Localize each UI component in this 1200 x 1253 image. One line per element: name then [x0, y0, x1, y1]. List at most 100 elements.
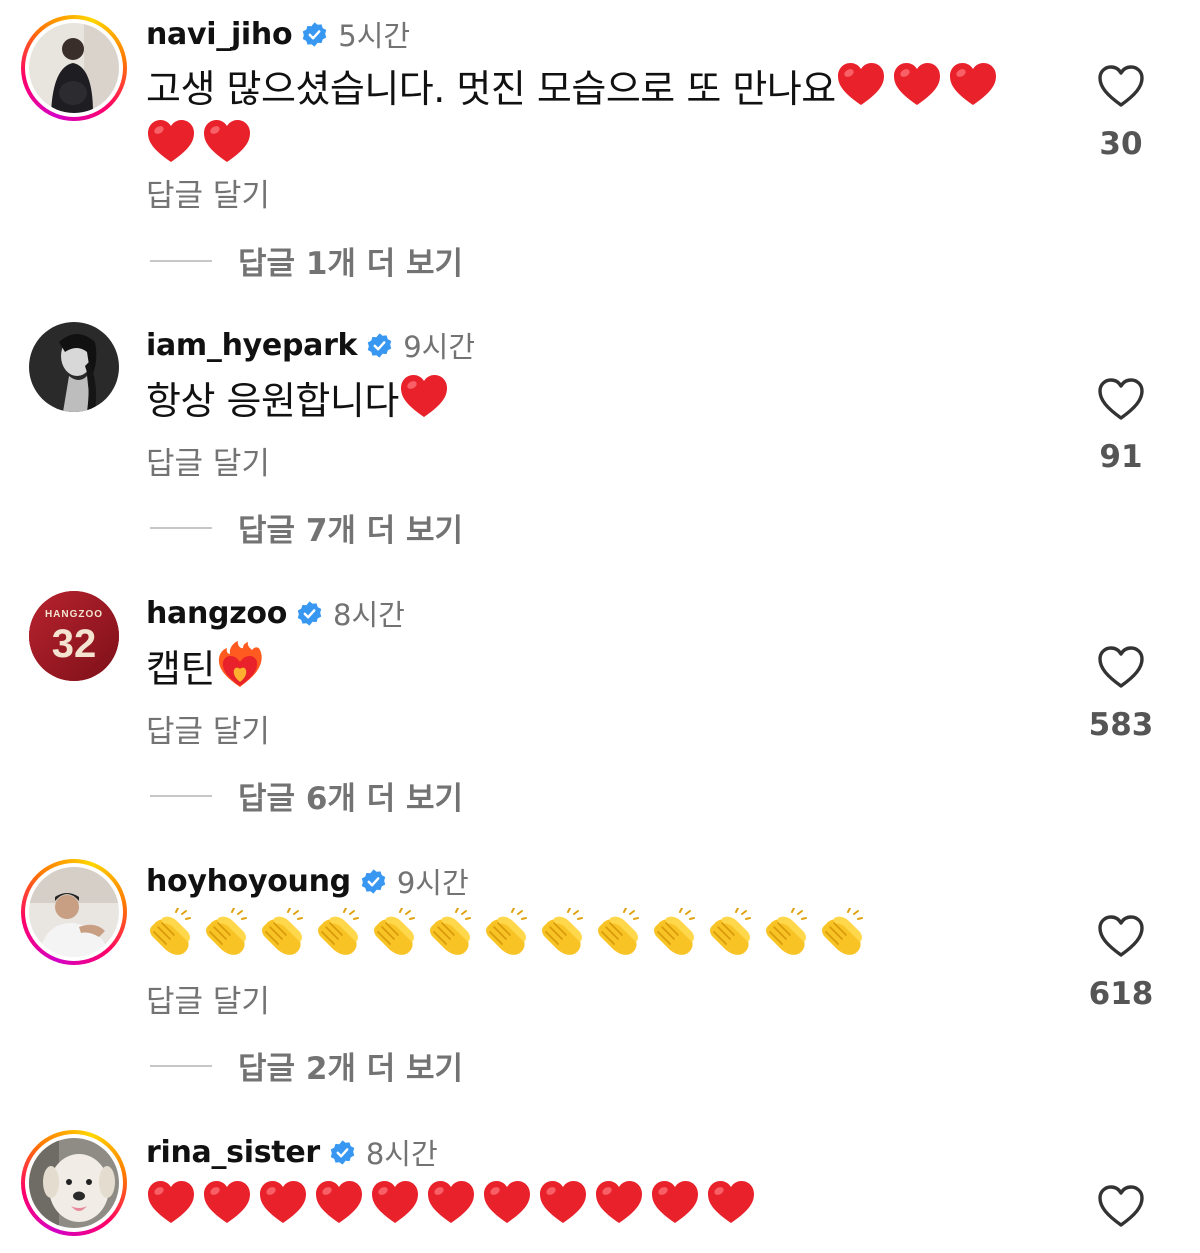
red-heart-icon	[148, 120, 194, 162]
clapping-hands-icon	[486, 908, 527, 955]
divider-line	[150, 794, 212, 797]
divider-line	[150, 526, 212, 529]
comment-text: 캡틴	[146, 640, 1046, 697]
view-replies-button[interactable]: 답글 1개 더 보기	[150, 238, 463, 283]
reply-button[interactable]: 답글 달기	[146, 170, 270, 215]
comment-text: 항상 응원합니다	[146, 372, 1046, 429]
like-count: 618	[1088, 976, 1154, 1012]
clapping-hands-icon	[766, 908, 807, 955]
comment-text	[146, 1178, 1046, 1235]
view-replies-label: 답글 6개 더 보기	[238, 781, 464, 817]
emoji-row	[215, 641, 271, 691]
red-heart-icon	[316, 1181, 362, 1223]
like-count: 30	[1099, 126, 1143, 162]
heart-on-fire-icon	[218, 641, 262, 687]
red-heart-icon	[260, 1181, 306, 1223]
username[interactable]: rina_sister	[146, 1135, 320, 1170]
clapping-hands-icon	[710, 908, 751, 955]
timestamp: 8시간	[333, 598, 405, 632]
verified-badge-icon	[330, 1139, 355, 1165]
view-replies-label: 답글 1개 더 보기	[238, 246, 464, 282]
avatar[interactable]	[21, 15, 127, 121]
red-heart-icon	[708, 1181, 754, 1223]
heart-outline-icon	[1098, 646, 1144, 688]
timestamp: 9시간	[403, 330, 476, 364]
verified-badge-icon	[367, 332, 392, 358]
clapping-hands-icon	[598, 908, 639, 955]
comment-text: 고생 많으셨습니다. 멋진 모습으로 또 만나요	[146, 60, 1046, 174]
clapping-hands-icon	[206, 908, 247, 955]
avatar[interactable]: HANGZOO 32	[21, 583, 127, 689]
red-heart-icon	[148, 1181, 194, 1223]
red-heart-icon	[837, 63, 884, 105]
view-replies-label: 답글 7개 더 보기	[238, 513, 464, 549]
red-heart-icon	[893, 63, 940, 105]
like-button[interactable]: 583	[1070, 645, 1172, 743]
comment-body: 항상 응원합니다	[146, 379, 399, 423]
comment-header: hoyhoyoung 9시간	[146, 861, 469, 901]
heart-outline-icon	[1098, 1185, 1144, 1227]
view-replies-label: 답글 2개 더 보기	[238, 1051, 464, 1087]
timestamp: 5시간	[338, 19, 411, 53]
reply-button[interactable]: 답글 달기	[146, 438, 270, 483]
like-button[interactable]: 91	[1070, 377, 1172, 475]
like-button[interactable]: 618	[1070, 914, 1172, 1012]
like-count: 91	[1099, 439, 1143, 475]
comment-body: 고생 많으셨습니다. 멋진 모습으로 또 만나요	[146, 67, 836, 111]
red-heart-icon	[400, 375, 447, 417]
view-replies-button[interactable]: 답글 7개 더 보기	[150, 505, 463, 550]
clapping-hands-icon	[262, 908, 303, 955]
clapping-hands-icon	[542, 908, 583, 955]
emoji-row	[399, 375, 455, 423]
clapping-hands-icon	[318, 908, 359, 955]
clapping-hands-icon	[150, 908, 191, 955]
like-button[interactable]	[1070, 1184, 1172, 1228]
like-count: 583	[1088, 707, 1154, 743]
verified-badge-icon	[297, 600, 322, 626]
like-button[interactable]: 30	[1070, 64, 1172, 162]
red-heart-icon	[204, 1181, 250, 1223]
avatar-jersey-name: HANGZOO	[45, 609, 103, 620]
avatar[interactable]	[21, 314, 127, 420]
view-replies-button[interactable]: 답글 6개 더 보기	[150, 773, 463, 818]
view-replies-button[interactable]: 답글 2개 더 보기	[150, 1043, 463, 1088]
emoji-row	[146, 908, 874, 959]
heart-outline-icon	[1098, 378, 1144, 420]
verified-badge-icon	[361, 868, 386, 894]
comment-header: navi_jiho 5시간	[146, 14, 410, 54]
username[interactable]: hoyhoyoung	[146, 864, 351, 899]
red-heart-icon	[540, 1181, 586, 1223]
verified-badge-icon	[303, 21, 327, 47]
username[interactable]: hangzoo	[146, 596, 287, 631]
divider-line	[150, 259, 212, 262]
timestamp: 8시간	[365, 1137, 438, 1171]
clapping-hands-icon	[374, 908, 415, 955]
clapping-hands-icon	[822, 908, 863, 955]
comment-body: 캡틴	[146, 647, 215, 691]
avatar[interactable]	[21, 859, 127, 965]
red-heart-icon	[372, 1181, 418, 1223]
avatar-jersey-number: 32	[52, 622, 97, 666]
comment-text	[146, 908, 1046, 965]
red-heart-icon	[484, 1181, 530, 1223]
red-heart-icon	[428, 1181, 474, 1223]
emoji-row	[146, 1181, 762, 1229]
comment-header: rina_sister 8시간	[146, 1132, 438, 1172]
avatar[interactable]	[21, 1130, 127, 1236]
red-heart-icon	[652, 1181, 698, 1223]
comment-header: hangzoo 8시간	[146, 593, 405, 633]
reply-button[interactable]: 답글 달기	[146, 706, 270, 751]
heart-outline-icon	[1098, 65, 1144, 107]
timestamp: 9시간	[396, 866, 469, 900]
clapping-hands-icon	[430, 908, 471, 955]
clapping-hands-icon	[654, 908, 695, 955]
reply-button[interactable]: 답글 달기	[146, 976, 270, 1021]
comment-header: iam_hyepark 9시간	[146, 325, 475, 365]
red-heart-icon	[204, 120, 250, 162]
red-heart-icon	[949, 63, 996, 105]
divider-line	[150, 1064, 212, 1067]
username[interactable]: iam_hyepark	[146, 328, 358, 363]
heart-outline-icon	[1098, 915, 1144, 957]
username[interactable]: navi_jiho	[146, 17, 293, 52]
red-heart-icon	[596, 1181, 642, 1223]
